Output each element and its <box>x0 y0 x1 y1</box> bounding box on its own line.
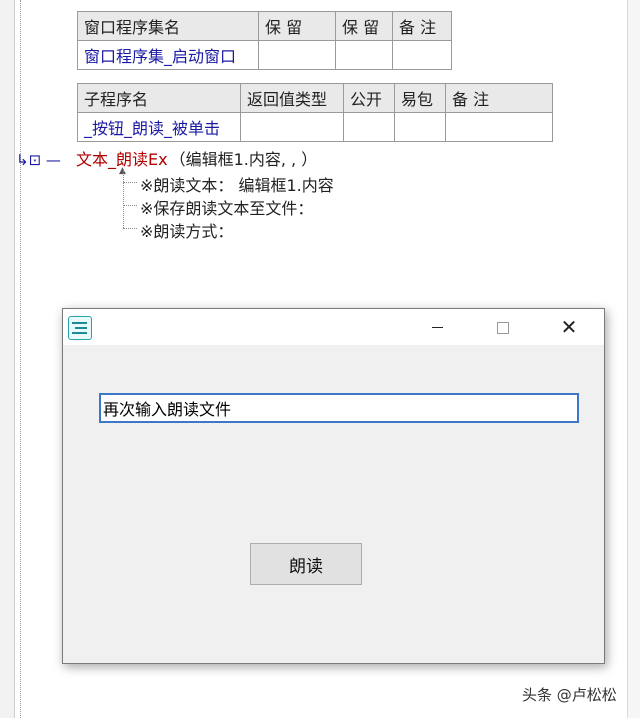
watermark: 头条 @卢松松 <box>522 686 617 704</box>
minimize-button[interactable] <box>414 309 460 345</box>
maximize-icon <box>497 321 509 334</box>
subroutine-name-cell[interactable]: _按钮_朗读_被单击 <box>77 112 241 142</box>
param-tree-branch <box>123 182 137 183</box>
maximize-button[interactable] <box>480 309 526 345</box>
command-args: （编辑框1.内容, , ） <box>169 150 318 169</box>
editor-guide-line <box>20 0 21 718</box>
reserved-header-2: 保 留 <box>335 11 393 41</box>
window-titlebar[interactable]: ✕ <box>63 309 604 345</box>
code-line[interactable]: ↳⊡ — 文本_朗读Ex （编辑框1.内容, , ） <box>16 146 318 169</box>
app-icon <box>68 316 92 340</box>
subroutine-name-header: 子程序名 <box>77 83 241 113</box>
param-tree-line <box>123 170 124 228</box>
remark-header: 备 注 <box>445 83 553 113</box>
param-tree-branch <box>123 205 137 206</box>
editor-scrollbar[interactable] <box>627 0 640 718</box>
remark-header: 备 注 <box>392 11 452 41</box>
param-read-text[interactable]: ※朗读文本： 编辑框1.内容 <box>140 172 334 196</box>
public-cell[interactable] <box>343 112 395 142</box>
package-header: 易包 <box>394 83 446 113</box>
assembly-table: 窗口程序集名 保 留 保 留 备 注 窗口程序集_启动窗口 <box>77 11 452 70</box>
remark-cell[interactable] <box>445 112 553 142</box>
param-tree-branch <box>123 228 137 229</box>
subroutine-table: 子程序名 返回值类型 公开 易包 备 注 _按钮_朗读_被单击 <box>77 83 553 142</box>
param-save-to-file[interactable]: ※保存朗读文本至文件： <box>140 195 313 219</box>
read-button[interactable]: 朗读 <box>250 543 362 585</box>
table-row: _按钮_朗读_被单击 <box>77 112 553 142</box>
package-cell[interactable] <box>394 112 446 142</box>
assembly-name-cell[interactable]: 窗口程序集_启动窗口 <box>77 40 259 70</box>
reserved-cell-1[interactable] <box>258 40 336 70</box>
return-type-cell[interactable] <box>240 112 344 142</box>
line-marker-icon[interactable]: ↳⊡ — <box>16 151 76 169</box>
subroutine-table-header: 子程序名 返回值类型 公开 易包 备 注 <box>77 83 553 113</box>
assembly-name-header: 窗口程序集名 <box>77 11 259 41</box>
reserved-cell-2[interactable] <box>335 40 393 70</box>
minimize-icon <box>431 327 443 328</box>
param-read-mode[interactable]: ※朗读方式： <box>140 218 233 242</box>
text-input[interactable] <box>99 393 579 423</box>
assembly-table-header: 窗口程序集名 保 留 保 留 备 注 <box>77 11 452 41</box>
app-window: ✕ 朗读 <box>62 308 605 664</box>
close-button[interactable]: ✕ <box>546 309 592 345</box>
table-row: 窗口程序集_启动窗口 <box>77 40 452 70</box>
editor-left-gutter <box>0 0 15 718</box>
public-header: 公开 <box>343 83 395 113</box>
reserved-header-1: 保 留 <box>258 11 336 41</box>
remark-cell[interactable] <box>392 40 452 70</box>
close-icon: ✕ <box>560 315 578 339</box>
return-type-header: 返回值类型 <box>240 83 344 113</box>
